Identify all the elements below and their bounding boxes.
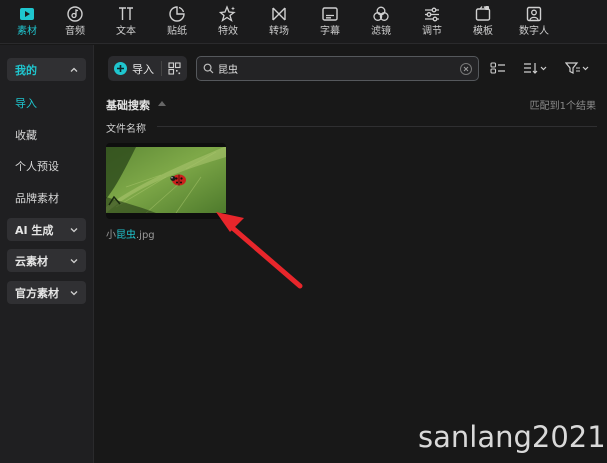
media-icon bbox=[17, 4, 37, 24]
ladybug-image bbox=[106, 147, 226, 213]
adjust-icon bbox=[422, 4, 442, 24]
tool-effects[interactable]: 特效 bbox=[204, 4, 252, 42]
file-name: 小昆虫.jpg bbox=[106, 226, 155, 241]
tool-caption[interactable]: 字幕 bbox=[306, 4, 354, 42]
sort-button[interactable] bbox=[523, 60, 547, 76]
tool-label: 特效 bbox=[218, 26, 238, 37]
tool-digital-human[interactable]: 数字人 bbox=[510, 4, 558, 42]
tool-label: 贴纸 bbox=[167, 26, 187, 37]
chevron-up-icon bbox=[70, 67, 78, 72]
sidebar-group-official[interactable]: 官方素材 bbox=[7, 281, 86, 304]
collapse-triangle-icon[interactable] bbox=[158, 101, 166, 106]
sidebar-item-import[interactable]: 导入 bbox=[15, 95, 37, 111]
tool-label: 数字人 bbox=[519, 26, 549, 37]
view-mode-button[interactable] bbox=[490, 60, 506, 76]
clear-search-button[interactable] bbox=[460, 62, 472, 75]
filter-button[interactable] bbox=[565, 60, 589, 76]
tool-audio[interactable]: 音频 bbox=[51, 4, 99, 42]
sort-icon bbox=[524, 63, 547, 74]
tool-label: 滤镜 bbox=[371, 26, 391, 37]
sticker-icon bbox=[167, 4, 187, 24]
file-name-suffix: .jpg bbox=[136, 230, 155, 241]
watermark: sanlang2021 bbox=[418, 420, 606, 454]
divider bbox=[157, 126, 597, 127]
qr-code-icon bbox=[168, 62, 181, 75]
digital-human-icon bbox=[524, 4, 544, 24]
caption-icon bbox=[320, 4, 340, 24]
sidebar-group-ai[interactable]: AI 生成 bbox=[7, 218, 86, 241]
tool-transition[interactable]: 转场 bbox=[255, 4, 303, 42]
tool-template[interactable]: 模板 bbox=[459, 4, 507, 42]
tool-text[interactable]: 文本 bbox=[102, 4, 150, 42]
top-toolbar: 素材 音频 文本 贴纸 特效 转场 字幕 滤镜 调节 模板 数字人 bbox=[0, 0, 607, 44]
import-button[interactable]: 导入 bbox=[108, 56, 161, 81]
view-mode-icon bbox=[490, 62, 505, 74]
sidebar-group-label: 官方素材 bbox=[15, 286, 59, 300]
filter-funnel-icon bbox=[565, 62, 589, 74]
tool-label: 字幕 bbox=[320, 26, 340, 37]
sidebar-item-brand[interactable]: 品牌素材 bbox=[15, 190, 59, 206]
media-card[interactable] bbox=[106, 143, 226, 219]
close-icon bbox=[463, 66, 469, 71]
match-count: 匹配到1个结果 bbox=[529, 101, 596, 112]
subsection-title: 文件名称 bbox=[106, 124, 146, 135]
import-group: 导入 bbox=[108, 56, 187, 81]
audio-icon bbox=[65, 4, 85, 24]
search-input[interactable] bbox=[218, 63, 460, 74]
section-title: 基础搜索 bbox=[106, 99, 150, 112]
plus-icon bbox=[114, 62, 127, 75]
app-window: 素材 音频 文本 贴纸 特效 转场 字幕 滤镜 调节 模板 数字人 我的 导入 … bbox=[0, 0, 607, 463]
template-icon bbox=[473, 4, 493, 24]
sidebar: 我的 导入 收藏 个人预设 品牌素材 AI 生成 云素材 官方素材 bbox=[0, 45, 94, 463]
sidebar-item-favorites[interactable]: 收藏 bbox=[15, 127, 37, 143]
tool-label: 模板 bbox=[473, 26, 493, 37]
tool-label: 素材 bbox=[17, 26, 37, 37]
media-panel: 导入 昆虫 基础搜索 匹配到1个结果 文件名称 小昆虫.jpg bbox=[95, 45, 607, 463]
chevron-down-icon bbox=[70, 290, 78, 295]
import-label: 导入 bbox=[132, 62, 154, 76]
text-icon bbox=[116, 4, 136, 24]
tool-label: 转场 bbox=[269, 26, 289, 37]
tool-filter[interactable]: 滤镜 bbox=[357, 4, 405, 42]
sidebar-item-presets[interactable]: 个人预设 bbox=[15, 158, 59, 174]
file-name-prefix: 小 bbox=[106, 230, 116, 241]
chevron-down-icon bbox=[70, 258, 78, 263]
qr-code-button[interactable] bbox=[162, 56, 187, 81]
transition-icon bbox=[269, 4, 289, 24]
search-icon bbox=[203, 63, 214, 74]
tool-label: 调节 bbox=[422, 26, 442, 37]
tool-adjust[interactable]: 调节 bbox=[408, 4, 456, 42]
tool-media[interactable]: 素材 bbox=[3, 4, 51, 42]
tool-label: 文本 bbox=[116, 26, 136, 37]
file-name-highlight: 昆虫 bbox=[116, 230, 136, 241]
sidebar-group-label: 我的 bbox=[15, 63, 37, 77]
sidebar-group-cloud[interactable]: 云素材 bbox=[7, 249, 86, 272]
chevron-down-icon bbox=[70, 227, 78, 232]
tool-label: 音频 bbox=[65, 26, 85, 37]
sidebar-group-label: AI 生成 bbox=[15, 223, 54, 237]
sidebar-group-label: 云素材 bbox=[15, 254, 48, 268]
filter-icon bbox=[371, 4, 391, 24]
effects-icon bbox=[218, 4, 238, 24]
media-thumbnail bbox=[106, 143, 226, 219]
sidebar-group-mine[interactable]: 我的 bbox=[7, 58, 86, 81]
search-box bbox=[196, 56, 479, 81]
tool-sticker[interactable]: 贴纸 bbox=[153, 4, 201, 42]
